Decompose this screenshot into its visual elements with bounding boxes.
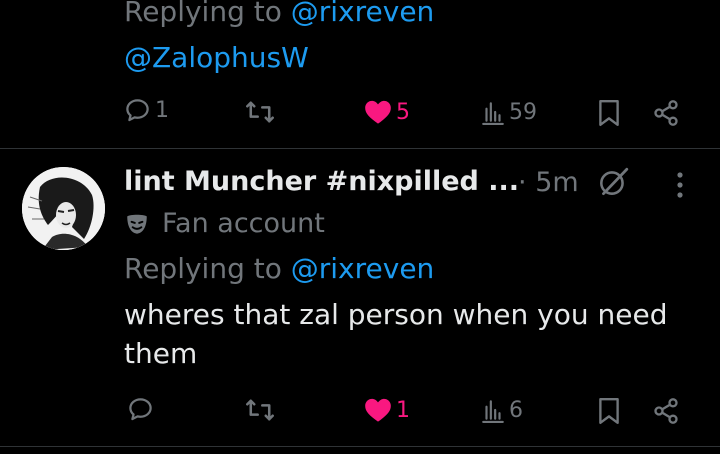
like-count: 1	[396, 397, 410, 423]
post-time[interactable]: 5m	[535, 167, 578, 198]
bookmark-button[interactable]	[598, 99, 620, 127]
like-count: 5	[396, 99, 410, 125]
display-name[interactable]: lint Muncher #nixpilled ...	[124, 166, 519, 197]
like-icon	[365, 398, 391, 422]
replying-to-label: Replying to	[124, 252, 282, 285]
bookmark-icon	[599, 99, 619, 127]
views-button[interactable]: 59	[480, 99, 537, 125]
avatar[interactable]	[22, 167, 105, 250]
mention-link[interactable]: @ZalophusW	[124, 44, 309, 72]
retweet-button[interactable]	[245, 99, 275, 125]
share-icon	[654, 398, 678, 424]
fan-badge-icon	[127, 214, 147, 234]
replying-to-handle[interactable]: @rixreven	[291, 252, 435, 285]
reply-icon	[126, 99, 149, 122]
tweet-text-line-2: them	[124, 337, 198, 370]
reply-icon	[129, 398, 152, 421]
grok-button[interactable]	[596, 165, 630, 203]
tweet-text-line-1: wheres that zal person when you need	[124, 298, 668, 331]
bookmark-icon	[599, 397, 619, 425]
grok-icon	[600, 167, 629, 196]
views-count: 6	[509, 397, 523, 423]
timestamp-line: · 5m	[518, 167, 579, 198]
reply-count: 1	[155, 98, 169, 123]
avatar-image	[22, 167, 105, 250]
reply-button[interactable]	[127, 396, 158, 423]
share-button[interactable]	[652, 99, 680, 127]
retweet-icon	[246, 399, 274, 421]
fan-account-label: Fan account	[124, 208, 325, 239]
replying-to-handle[interactable]: @rixreven	[291, 0, 435, 28]
retweet-icon	[246, 101, 274, 123]
like-icon	[365, 100, 391, 124]
more-icon	[677, 172, 683, 198]
reply-button[interactable]: 1	[124, 97, 169, 124]
replying-to-line: Replying to @rixreven	[124, 255, 434, 283]
views-icon	[482, 102, 504, 125]
time-separator: ·	[518, 167, 527, 198]
views-icon	[482, 400, 504, 423]
bookmark-button[interactable]	[598, 397, 620, 425]
replying-to-line: Replying to @rixreven	[124, 0, 434, 26]
views-button[interactable]: 6	[480, 397, 523, 423]
share-button[interactable]	[652, 397, 680, 425]
tweet-divider	[0, 446, 720, 447]
fan-account-text: Fan account	[162, 208, 325, 239]
replying-to-label: Replying to	[124, 0, 282, 28]
like-button[interactable]: 5	[364, 99, 410, 125]
tweet-divider	[0, 148, 720, 149]
like-button[interactable]: 1	[364, 397, 410, 423]
views-count: 59	[509, 99, 537, 125]
more-button[interactable]	[670, 170, 690, 204]
retweet-button[interactable]	[245, 397, 275, 423]
share-icon	[654, 100, 678, 126]
